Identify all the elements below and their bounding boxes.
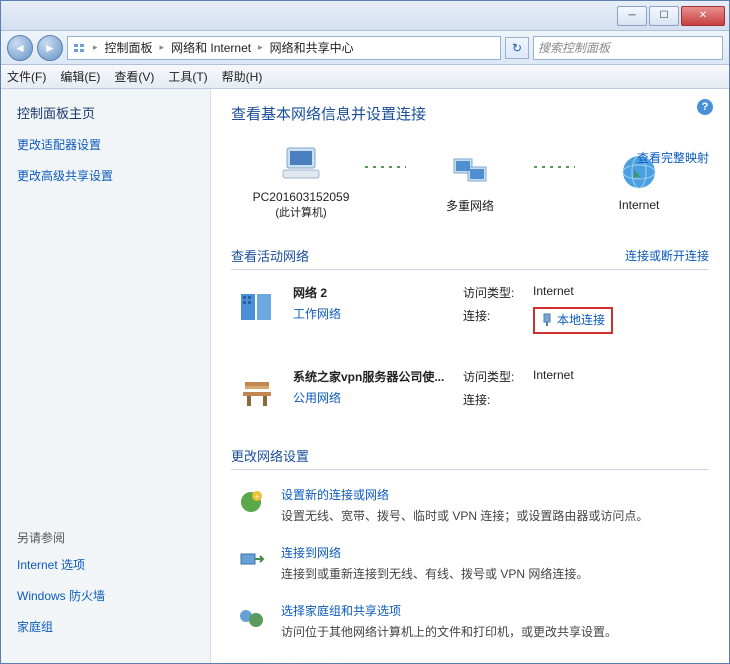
map-multi: 多重网络	[410, 149, 530, 214]
map-computer: PC201603152059 (此计算机)	[241, 142, 361, 220]
window: ─ ☐ ✕ ◄ ► ▸ 控制面板 ▸ 网络和 Internet ▸ 网络和共享中…	[0, 0, 730, 664]
menu-view[interactable]: 查看(V)	[114, 68, 154, 85]
titlebar: ─ ☐ ✕	[1, 1, 729, 31]
active-networks-header: 查看活动网络 连接或断开连接	[231, 240, 709, 270]
sidebar-seealso-homegroup[interactable]: 家庭组	[17, 618, 194, 635]
connection-line-icon	[365, 166, 406, 168]
ethernet-icon	[541, 313, 553, 327]
settings-desc: 设置无线、宽带、拨号、临时或 VPN 连接；或设置路由器或访问点。	[281, 507, 648, 524]
settings-item-connect: 连接到网络 连接到或重新连接到无线、有线、拨号或 VPN 网络连接。	[231, 534, 709, 592]
new-connection-icon: +	[235, 486, 267, 518]
breadcrumb-item[interactable]: 控制面板	[103, 37, 155, 58]
network-name: 系统之家vpn服务器公司使...	[293, 368, 463, 385]
network-type-link[interactable]: 工作网络	[293, 305, 463, 322]
access-type-value: Internet	[533, 284, 574, 301]
sidebar-link-adapter[interactable]: 更改适配器设置	[17, 136, 194, 153]
public-network-icon	[235, 368, 279, 412]
connect-disconnect-link[interactable]: 连接或断开连接	[625, 247, 709, 264]
settings-desc: 连接到或重新连接到无线、有线、拨号或 VPN 网络连接。	[281, 565, 588, 582]
menu-help[interactable]: 帮助(H)	[222, 68, 263, 85]
settings-link[interactable]: 连接到网络	[281, 544, 588, 561]
chevron-right-icon: ▸	[255, 42, 266, 53]
forward-button[interactable]: ►	[37, 35, 63, 61]
active-networks-title: 查看活动网络	[231, 246, 309, 265]
breadcrumb-item[interactable]: 网络和共享中心	[268, 37, 356, 58]
chevron-right-icon: ▸	[157, 42, 168, 53]
map-computer-label: PC201603152059	[253, 190, 350, 204]
settings-item-new-connection: + 设置新的连接或网络 设置无线、宽带、拨号、临时或 VPN 连接；或设置路由器…	[231, 476, 709, 534]
breadcrumb-item[interactable]: 网络和 Internet	[169, 37, 253, 58]
connect-network-icon	[235, 544, 267, 576]
maximize-button[interactable]: ☐	[649, 6, 679, 26]
troubleshoot-icon	[235, 660, 267, 664]
settings-item-homegroup: 选择家庭组和共享选项 访问位于其他网络计算机上的文件和打印机，或更改共享设置。	[231, 592, 709, 650]
access-type-label: 访问类型:	[463, 284, 533, 301]
breadcrumb-root-icon	[72, 40, 88, 56]
homegroup-icon	[235, 602, 267, 634]
connection-label: 连接:	[463, 391, 533, 408]
map-multi-label: 多重网络	[446, 197, 494, 214]
map-internet-label: Internet	[619, 198, 660, 212]
computer-icon	[277, 142, 325, 186]
view-full-map-link[interactable]: 查看完整映射	[637, 149, 709, 166]
settings-link[interactable]: 选择家庭组和共享选项	[281, 602, 617, 619]
connection-label: 连接:	[463, 307, 533, 334]
menu-tools[interactable]: 工具(T)	[168, 68, 207, 85]
network-type-link[interactable]: 公用网络	[293, 389, 463, 406]
network-name: 网络 2	[293, 284, 463, 301]
access-type-value: Internet	[533, 368, 574, 385]
settings-desc: 访问位于其他网络计算机上的文件和打印机，或更改共享设置。	[281, 623, 617, 640]
multi-network-icon	[446, 149, 494, 193]
page-title: 查看基本网络信息并设置连接	[231, 103, 709, 124]
connection-line-icon	[534, 166, 575, 168]
content: 控制面板主页 更改适配器设置 更改高级共享设置 另请参阅 Internet 选项…	[1, 89, 729, 663]
menu-edit[interactable]: 编辑(E)	[60, 68, 100, 85]
change-settings-header: 更改网络设置	[231, 446, 709, 470]
access-type-label: 访问类型:	[463, 368, 533, 385]
settings-link[interactable]: 疑难解答	[281, 660, 521, 664]
navbar: ◄ ► ▸ 控制面板 ▸ 网络和 Internet ▸ 网络和共享中心 ↻ 搜索…	[1, 31, 729, 65]
breadcrumb[interactable]: ▸ 控制面板 ▸ 网络和 Internet ▸ 网络和共享中心	[67, 36, 501, 60]
sidebar-link-sharing[interactable]: 更改高级共享设置	[17, 167, 194, 184]
sidebar-seealso-internet[interactable]: Internet 选项	[17, 556, 194, 573]
back-button[interactable]: ◄	[7, 35, 33, 61]
help-icon[interactable]: ?	[697, 99, 713, 115]
chevron-right-icon: ▸	[90, 42, 101, 53]
svg-text:+: +	[255, 492, 260, 501]
search-input[interactable]: 搜索控制面板	[533, 36, 723, 60]
network-entry: 系统之家vpn服务器公司使... 公用网络 访问类型: Internet 连接:	[231, 354, 709, 428]
search-placeholder: 搜索控制面板	[538, 39, 610, 56]
local-connection-link[interactable]: 本地连接	[541, 311, 605, 328]
sidebar-seealso-head: 另请参阅	[17, 529, 194, 546]
work-network-icon	[235, 284, 279, 328]
minimize-button[interactable]: ─	[617, 6, 647, 26]
sidebar: 控制面板主页 更改适配器设置 更改高级共享设置 另请参阅 Internet 选项…	[1, 89, 211, 663]
menubar: 文件(F) 编辑(E) 查看(V) 工具(T) 帮助(H)	[1, 65, 729, 89]
settings-link[interactable]: 设置新的连接或网络	[281, 486, 648, 503]
map-computer-sub: (此计算机)	[275, 204, 326, 220]
sidebar-seealso-firewall[interactable]: Windows 防火墙	[17, 587, 194, 604]
refresh-button[interactable]: ↻	[505, 37, 529, 59]
main-panel: ? 查看基本网络信息并设置连接 查看完整映射 PC201603152059 (此…	[211, 89, 729, 663]
close-button[interactable]: ✕	[681, 6, 725, 26]
menu-file[interactable]: 文件(F)	[7, 68, 46, 85]
settings-item-troubleshoot: 疑难解答 诊断并修复网络问题，或获得故障排除信息。	[231, 650, 709, 664]
network-entry: 网络 2 工作网络 访问类型: Internet 连接:	[231, 270, 709, 354]
sidebar-home[interactable]: 控制面板主页	[17, 103, 194, 122]
